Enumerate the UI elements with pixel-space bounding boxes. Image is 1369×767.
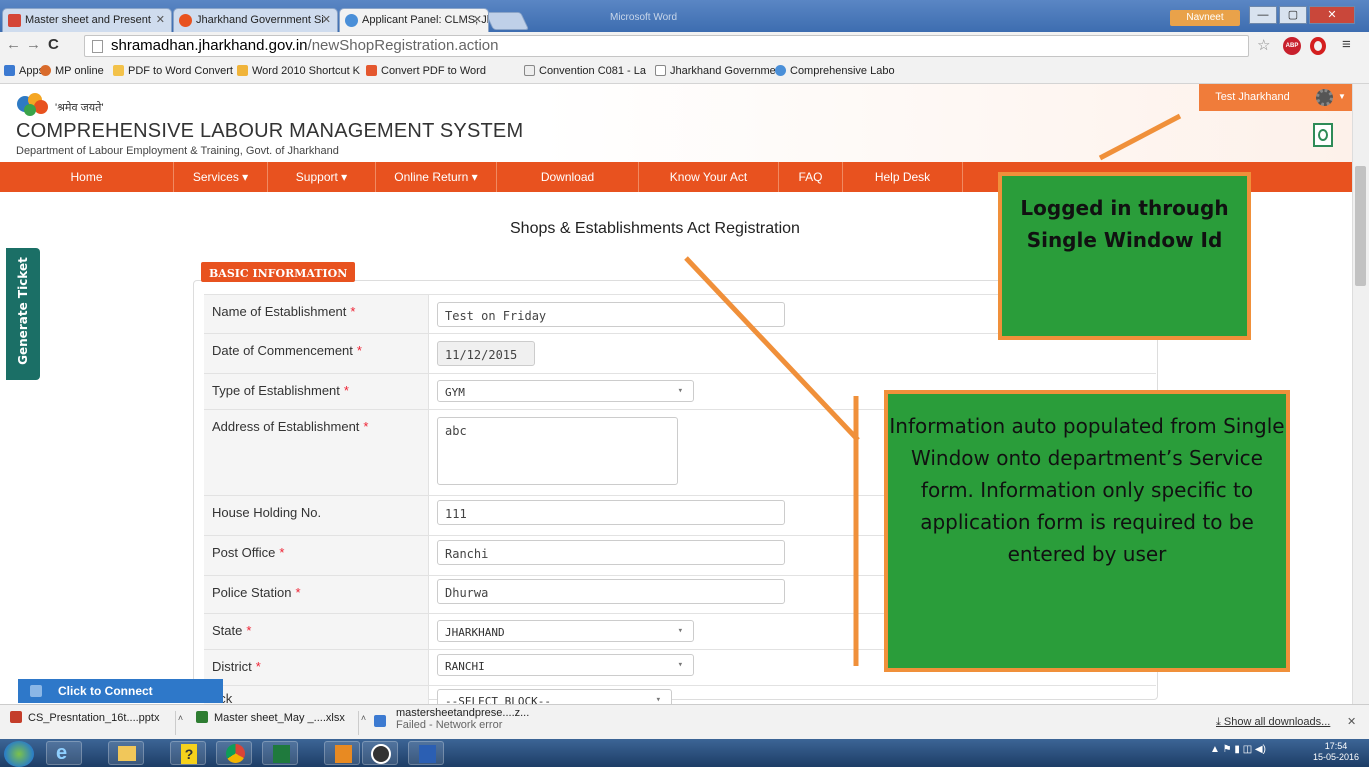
ie-icon: e (56, 742, 68, 764)
taskbar-outlook[interactable] (324, 741, 360, 765)
close-icon[interactable]: ✕ (1347, 715, 1356, 728)
download-item[interactable]: Master sheet_May _....xlsx ˄ (196, 711, 366, 735)
autofill-arrow (684, 256, 860, 442)
excel-icon (273, 745, 290, 763)
windows-start-button[interactable] (4, 741, 34, 767)
taskbar-clock[interactable]: 17:54 15-05-2016 (1313, 741, 1359, 763)
tray-icons: ▲ ⚑ ▮ ◫ ◀) (1210, 744, 1266, 755)
chevron-down-icon[interactable]: ˄ (175, 711, 185, 735)
site-favicon-icon (345, 14, 358, 27)
autofill-callout: Information auto populated from Single W… (884, 390, 1290, 672)
chevron-down-icon[interactable]: ˄ (358, 711, 368, 735)
download-item-failed[interactable]: mastersheetandprese....z... Failed - Net… (374, 707, 539, 731)
taskbar-help[interactable]: ? (170, 741, 206, 765)
folder-icon (118, 746, 136, 761)
powerpoint-icon (10, 711, 22, 723)
system-tray[interactable]: ▲ ⚑ ▮ ◫ ◀) (1210, 744, 1266, 755)
download-icon: ⤓ (1216, 716, 1224, 728)
taskbar-excel[interactable] (262, 741, 298, 765)
excel-icon (196, 711, 208, 723)
download-item[interactable]: CS_Presntation_16t....pptx ˄ (10, 711, 185, 735)
help-icon: ? (181, 744, 197, 764)
downloads-bar: CS_Presntation_16t....pptx ˄ Master shee… (0, 704, 1369, 739)
taskbar-internet-explorer[interactable]: e (46, 741, 82, 765)
login-arrow (1098, 113, 1182, 161)
taskbar-chrome[interactable] (216, 741, 252, 765)
tab-applicant-panel[interactable]: Applicant Panel: CLMS, Jh ✕ (339, 8, 489, 32)
close-icon[interactable]: ✕ (473, 9, 482, 31)
taskbar-word[interactable] (408, 741, 444, 765)
word-icon (419, 745, 436, 763)
login-callout: Logged in through Single Window Id (998, 172, 1251, 340)
show-all-downloads-link[interactable]: ⤓ Show all downloads... (1216, 716, 1330, 729)
taskbar-file-explorer[interactable] (108, 741, 144, 765)
app-icon (371, 744, 391, 764)
taskbar-app[interactable] (362, 741, 398, 765)
chrome-icon (226, 744, 245, 763)
app-icon (335, 745, 352, 763)
archive-icon (374, 715, 386, 727)
